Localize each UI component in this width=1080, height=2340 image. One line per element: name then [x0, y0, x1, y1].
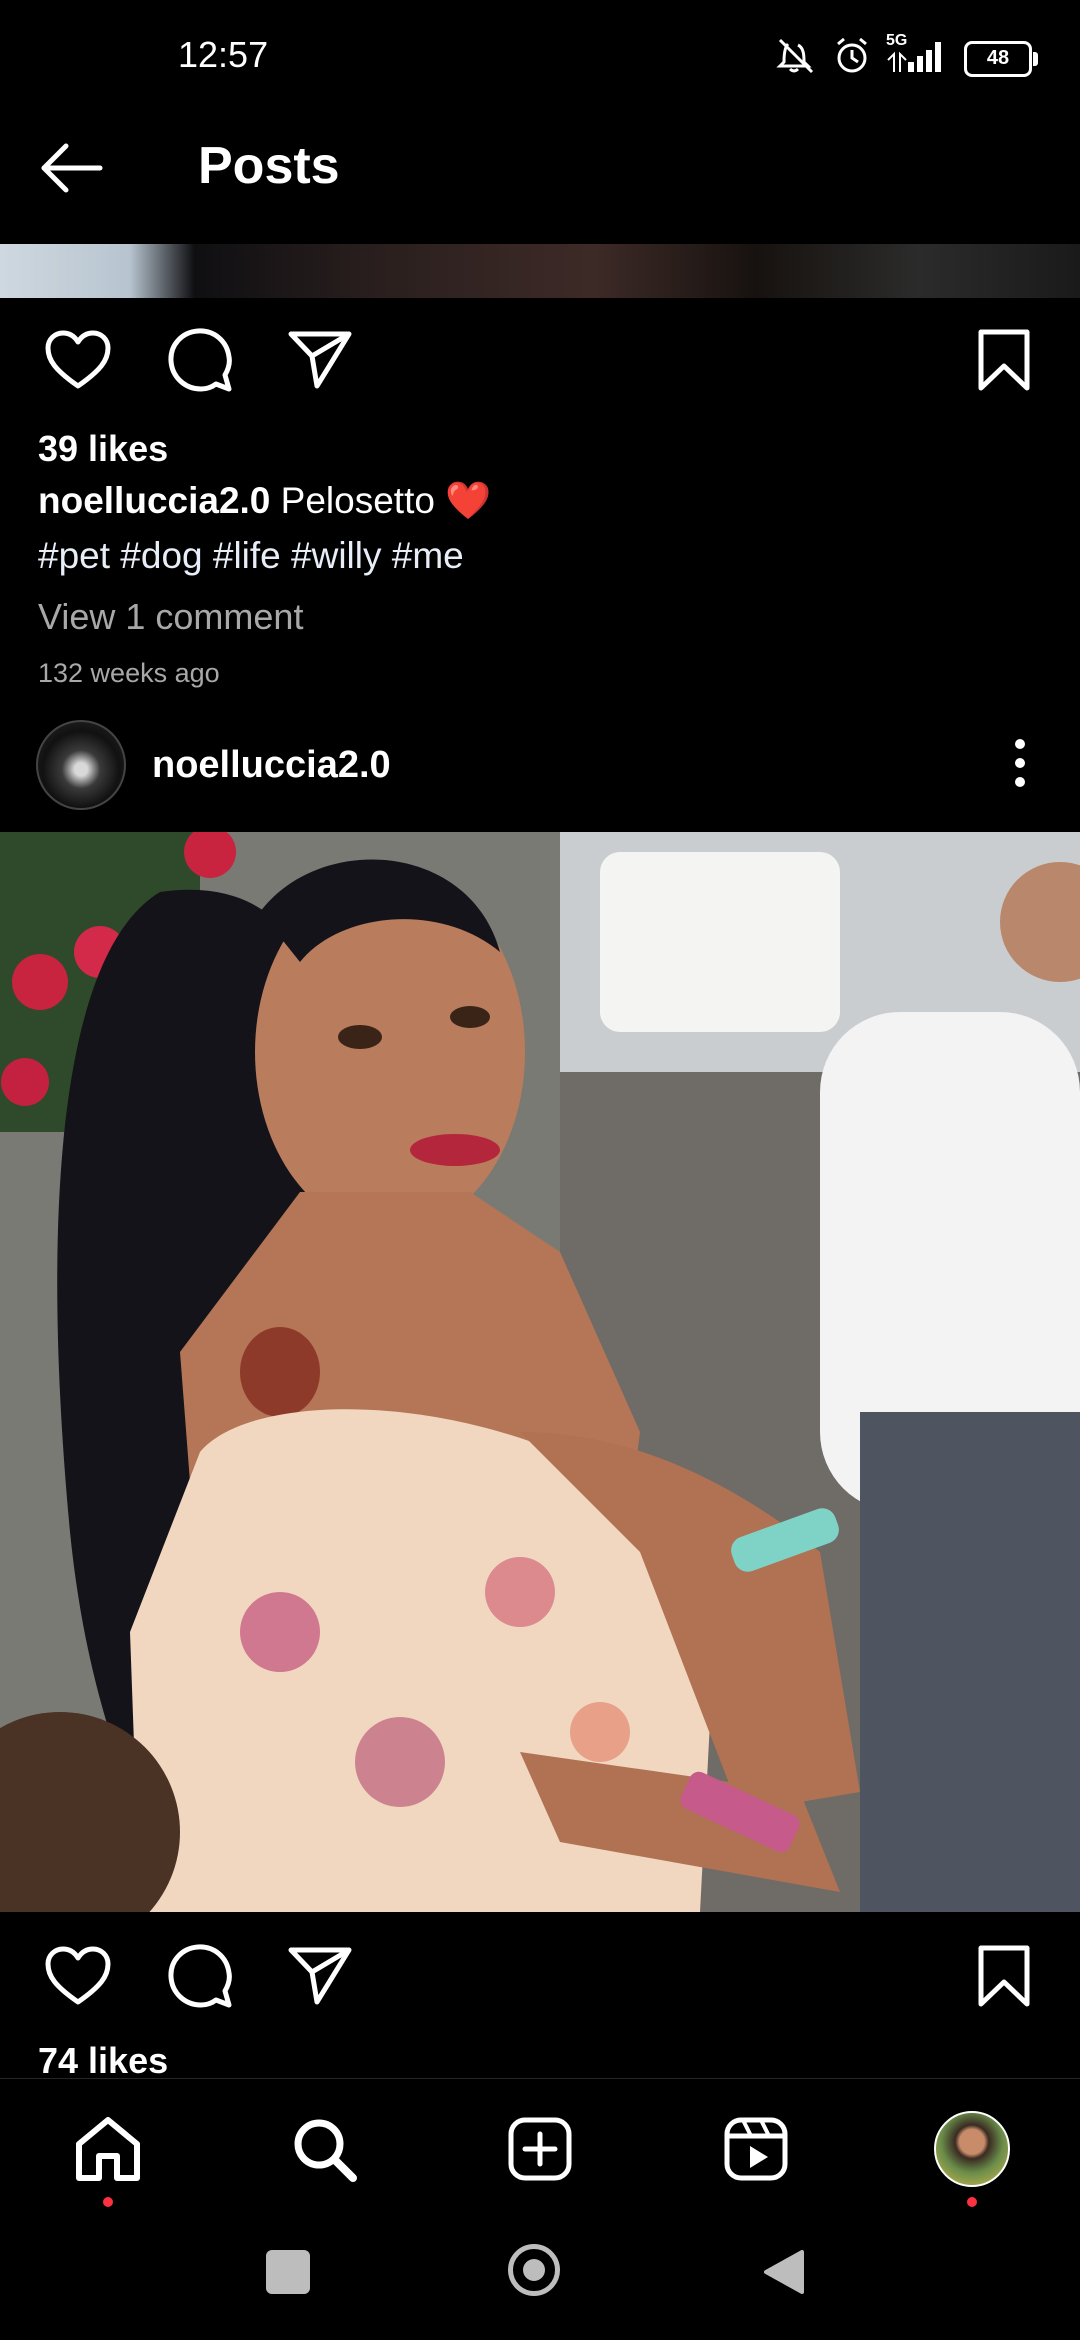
send-icon	[288, 1947, 352, 2005]
view-comments-link[interactable]: View 1 comment	[38, 596, 303, 638]
photo-content	[0, 832, 1080, 1912]
post-caption: noelluccia2.0 Pelosetto ❤️	[38, 480, 491, 523]
home-icon	[76, 2117, 140, 2181]
more-vertical-icon	[1015, 739, 1025, 787]
create-icon	[508, 2117, 572, 2181]
page-title: Posts	[198, 137, 340, 195]
post-actions	[0, 1926, 1080, 2026]
avatar[interactable]	[36, 720, 126, 810]
like-button[interactable]	[42, 1940, 114, 2012]
bookmark-icon	[978, 1945, 1030, 2007]
more-options-button[interactable]	[1000, 736, 1040, 790]
heart-icon	[45, 1946, 111, 2005]
likes-count[interactable]: 74 likes	[38, 2040, 168, 2082]
share-button[interactable]	[284, 1940, 356, 2012]
nav-home[interactable]	[68, 2109, 148, 2207]
like-button[interactable]	[42, 324, 114, 396]
arrow-left-icon	[41, 143, 103, 193]
battery-icon: 48	[964, 40, 1038, 77]
status-time: 12:57	[178, 34, 269, 75]
status-bar: 12:57 5G 48	[0, 0, 1080, 118]
battery-level: 48	[986, 47, 1010, 69]
comment-button[interactable]	[164, 324, 236, 396]
likes-count[interactable]: 39 likes	[38, 428, 168, 470]
nav-search[interactable]	[284, 2109, 364, 2189]
triangle-back-icon	[764, 2250, 804, 2294]
nav-profile[interactable]	[932, 2109, 1012, 2207]
post-timestamp: 132 weeks ago	[38, 658, 220, 688]
network-type: 5G	[886, 32, 908, 49]
notification-dot	[103, 2197, 113, 2207]
share-button[interactable]	[284, 324, 356, 396]
post-image-previous[interactable]	[0, 244, 1080, 298]
search-icon	[294, 2119, 357, 2182]
signal-icon: 5G	[886, 32, 950, 79]
status-icons: 5G 48	[774, 32, 1038, 81]
back-button[interactable]	[762, 2248, 806, 2301]
alarm-icon	[832, 36, 872, 81]
system-nav-bar	[0, 2214, 1080, 2340]
nav-create[interactable]	[500, 2109, 580, 2189]
bookmark-icon	[978, 329, 1030, 391]
reels-icon	[724, 2117, 788, 2181]
post-image[interactable]	[0, 832, 1080, 1912]
comment-button[interactable]	[164, 1940, 236, 2012]
back-button[interactable]	[36, 138, 116, 200]
comment-icon	[168, 328, 232, 392]
post-username[interactable]: noelluccia2.0	[152, 744, 391, 787]
recents-button[interactable]	[266, 2250, 310, 2294]
notification-dot	[967, 2197, 977, 2207]
comment-icon	[168, 1944, 232, 2008]
caption-username[interactable]: noelluccia2.0	[38, 480, 270, 521]
home-button[interactable]	[508, 2244, 560, 2296]
caption-hashtags[interactable]: #pet #dog #life #willy #me	[38, 535, 464, 577]
post-actions	[0, 310, 1080, 410]
save-button[interactable]	[968, 324, 1040, 396]
heart-icon	[45, 330, 111, 389]
profile-avatar	[934, 2111, 1010, 2187]
nav-reels[interactable]	[716, 2109, 796, 2189]
save-button[interactable]	[968, 1940, 1040, 2012]
send-icon	[288, 331, 352, 389]
top-bar	[0, 118, 1080, 244]
bottom-nav	[0, 2078, 1080, 2215]
caption-text: Pelosetto ❤️	[280, 480, 492, 521]
mute-vibrate-icon	[774, 36, 818, 81]
